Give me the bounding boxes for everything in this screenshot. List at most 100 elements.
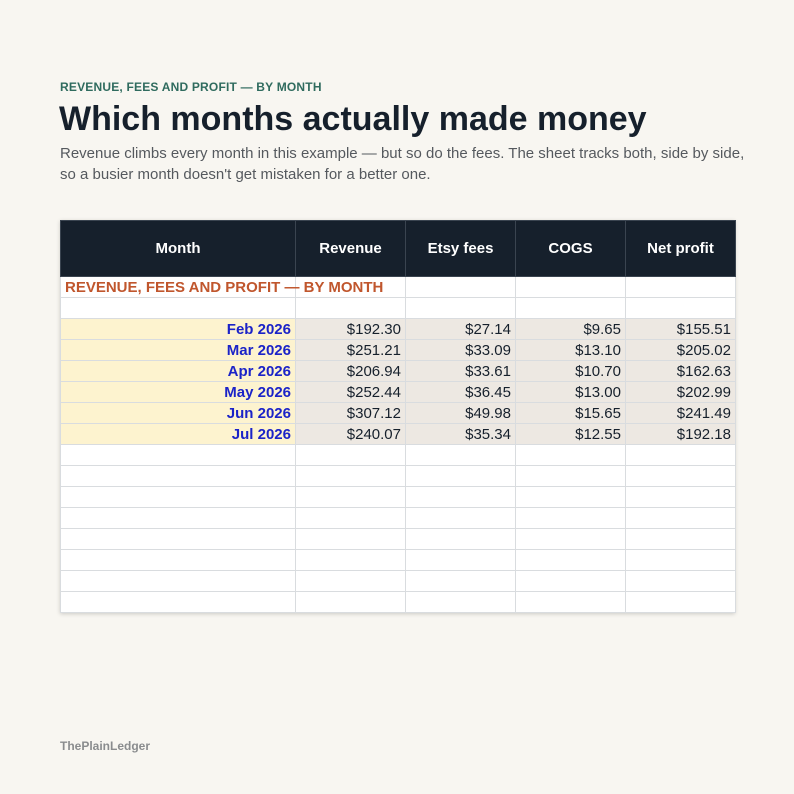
column-header-month[interactable]: Month [60,220,296,277]
empty-cell[interactable] [295,591,406,613]
empty-cell[interactable] [405,528,516,550]
empty-cell[interactable] [295,570,406,592]
empty-cell[interactable] [515,507,626,529]
cell-month[interactable]: Jul 2026 [60,423,296,445]
empty-cell[interactable] [515,486,626,508]
empty-row [60,528,736,550]
column-header-revenue[interactable]: Revenue [295,220,406,277]
empty-cell[interactable] [405,276,516,298]
sheet-title-rows: REVENUE, FEES AND PROFIT — BY MONTH [60,276,736,319]
empty-rows [60,444,736,613]
empty-cell[interactable] [625,486,736,508]
table-row: May 2026 $252.44 $36.45 $13.00 $202.99 [60,381,736,403]
cell-etsy-fees[interactable]: $33.09 [405,339,516,361]
column-header-net-profit[interactable]: Net profit [625,220,736,277]
empty-cell[interactable] [625,444,736,466]
empty-cell[interactable] [60,444,296,466]
column-header-cogs[interactable]: COGS [515,220,626,277]
brand-footer: ThePlainLedger [60,739,151,753]
cell-net-profit[interactable]: $202.99 [625,381,736,403]
empty-cell[interactable] [515,549,626,571]
cell-etsy-fees[interactable]: $27.14 [405,318,516,340]
empty-cell[interactable] [405,549,516,571]
cell-etsy-fees[interactable]: $33.61 [405,360,516,382]
empty-row [60,549,736,571]
empty-row [60,486,736,508]
table-row: Apr 2026 $206.94 $33.61 $10.70 $162.63 [60,360,736,382]
cell-month[interactable]: Jun 2026 [60,402,296,424]
empty-cell[interactable] [405,507,516,529]
empty-cell[interactable] [405,444,516,466]
empty-cell[interactable] [625,276,736,298]
empty-row [60,591,736,613]
empty-cell[interactable] [405,591,516,613]
empty-cell[interactable] [625,507,736,529]
empty-cell[interactable] [60,528,296,550]
cell-net-profit[interactable]: $162.63 [625,360,736,382]
cell-net-profit[interactable]: $241.49 [625,402,736,424]
cell-month[interactable]: May 2026 [60,381,296,403]
sheet-title[interactable]: REVENUE, FEES AND PROFIT — BY MONTH [60,276,383,298]
sheet-title-row: REVENUE, FEES AND PROFIT — BY MONTH [60,276,736,298]
cell-month[interactable]: Mar 2026 [60,339,296,361]
table-row: Jul 2026 $240.07 $35.34 $12.55 $192.18 [60,423,736,445]
cell-etsy-fees[interactable]: $49.98 [405,402,516,424]
empty-cell[interactable] [625,591,736,613]
cell-net-profit[interactable]: $205.02 [625,339,736,361]
empty-cell[interactable] [515,591,626,613]
empty-cell[interactable] [60,549,296,571]
empty-cell[interactable] [295,507,406,529]
empty-cell[interactable] [60,297,296,319]
page-title: Which months actually made money [59,100,647,138]
empty-cell[interactable] [60,486,296,508]
empty-cell[interactable] [60,507,296,529]
column-header-etsy-fees[interactable]: Etsy fees [405,220,516,277]
cell-revenue[interactable]: $252.44 [295,381,406,403]
empty-cell[interactable] [295,528,406,550]
cell-revenue[interactable]: $192.30 [295,318,406,340]
cell-cogs[interactable]: $9.65 [515,318,626,340]
empty-cell[interactable] [625,570,736,592]
empty-cell[interactable] [625,528,736,550]
empty-cell[interactable] [60,570,296,592]
empty-cell[interactable] [515,528,626,550]
cell-revenue[interactable]: $206.94 [295,360,406,382]
cell-cogs[interactable]: $12.55 [515,423,626,445]
empty-cell[interactable] [60,465,296,487]
empty-cell[interactable] [405,465,516,487]
page-subtitle: Revenue climbs every month in this examp… [60,145,745,183]
cell-month[interactable]: Apr 2026 [60,360,296,382]
empty-cell[interactable] [405,297,516,319]
table-row: Feb 2026 $192.30 $27.14 $9.65 $155.51 [60,318,736,340]
empty-cell[interactable] [295,486,406,508]
empty-cell[interactable] [295,549,406,571]
empty-cell[interactable] [405,570,516,592]
empty-cell[interactable] [625,297,736,319]
cell-cogs[interactable]: $15.65 [515,402,626,424]
empty-cell[interactable] [515,444,626,466]
empty-cell[interactable] [515,276,626,298]
empty-cell[interactable] [515,465,626,487]
cell-cogs[interactable]: $13.10 [515,339,626,361]
cell-revenue[interactable]: $307.12 [295,402,406,424]
empty-cell[interactable] [515,570,626,592]
empty-cell[interactable] [515,297,626,319]
cell-revenue[interactable]: $240.07 [295,423,406,445]
empty-cell[interactable] [295,297,406,319]
empty-row [60,507,736,529]
cell-month[interactable]: Feb 2026 [60,318,296,340]
empty-cell[interactable] [295,444,406,466]
empty-cell[interactable] [295,465,406,487]
empty-cell[interactable] [625,465,736,487]
cell-revenue[interactable]: $251.21 [295,339,406,361]
cell-net-profit[interactable]: $155.51 [625,318,736,340]
spreadsheet: REVENUE, FEES AND PROFIT — BY MONTH Mont… [60,220,736,613]
cell-net-profit[interactable]: $192.18 [625,423,736,445]
cell-etsy-fees[interactable]: $36.45 [405,381,516,403]
cell-cogs[interactable]: $13.00 [515,381,626,403]
cell-etsy-fees[interactable]: $35.34 [405,423,516,445]
empty-cell[interactable] [625,549,736,571]
empty-cell[interactable] [405,486,516,508]
cell-cogs[interactable]: $10.70 [515,360,626,382]
empty-cell[interactable] [60,591,296,613]
